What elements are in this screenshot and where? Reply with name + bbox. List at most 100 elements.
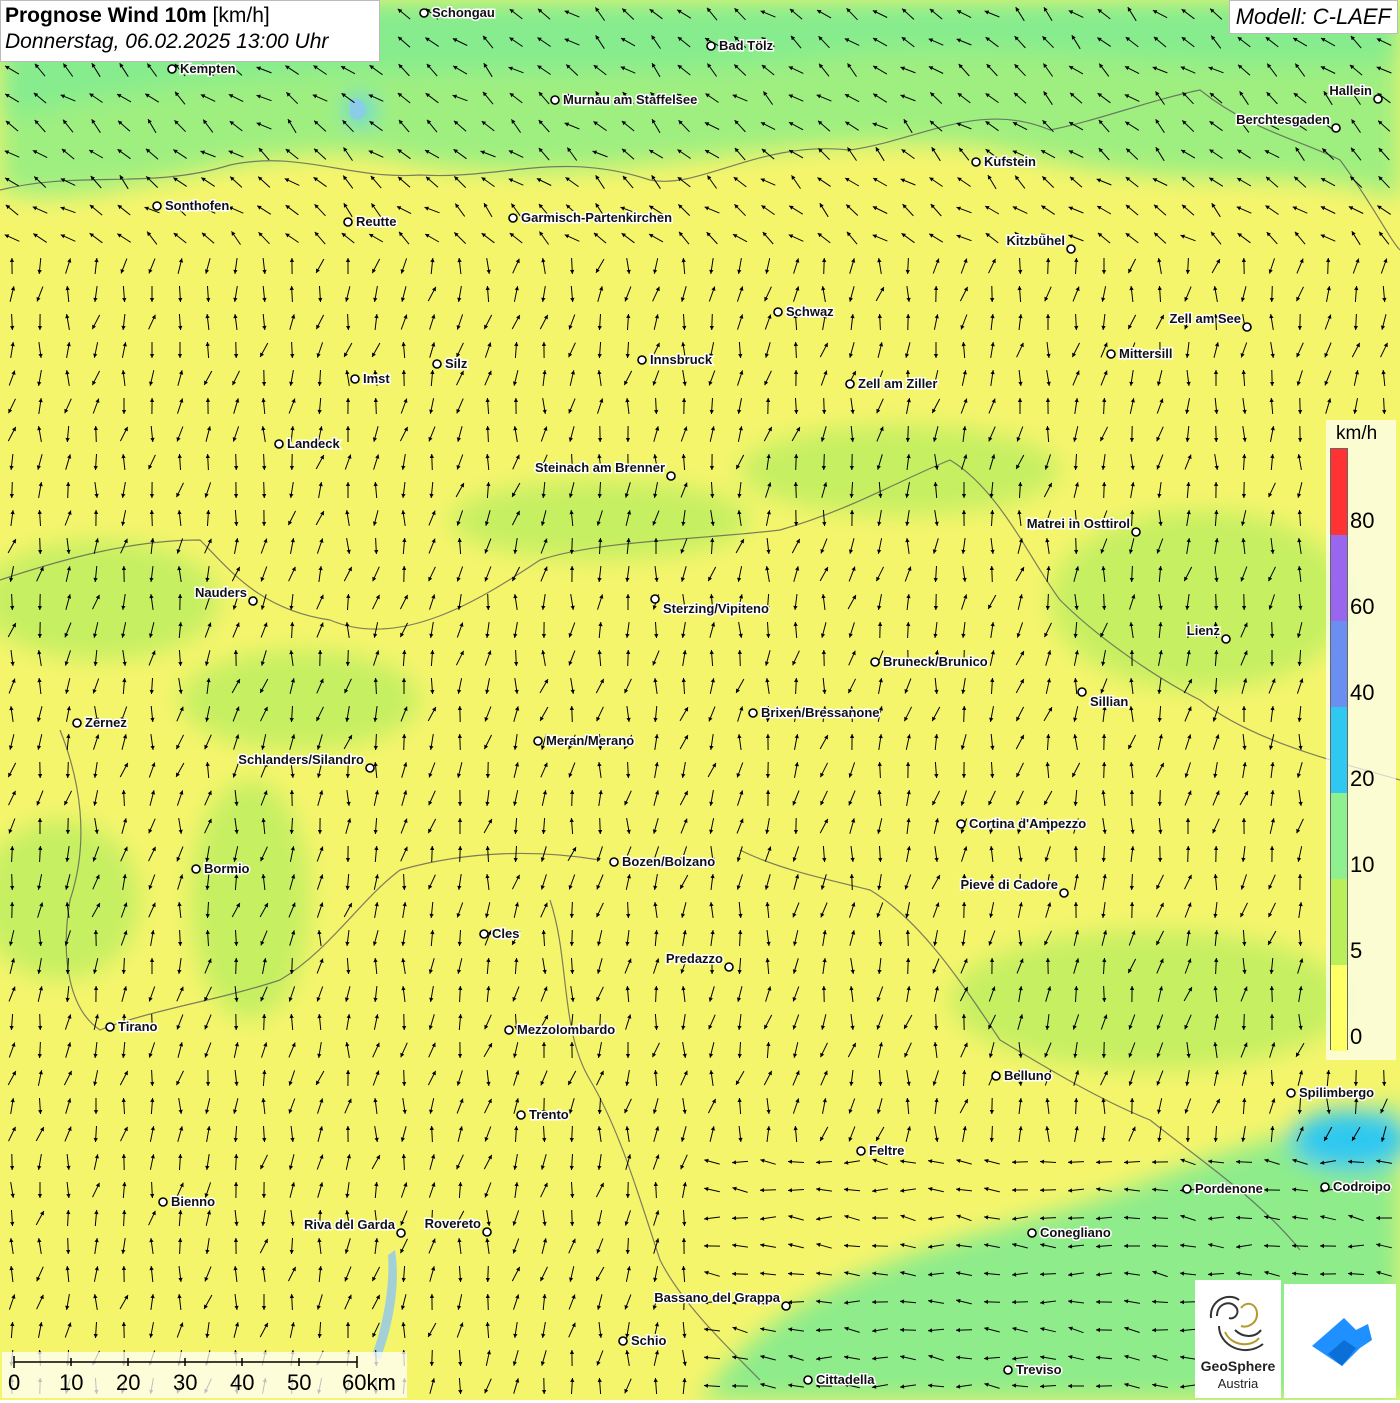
city-marker[interactable] — [1060, 889, 1068, 897]
city-marker[interactable] — [651, 595, 659, 603]
city-marker[interactable] — [957, 820, 965, 828]
city-marker[interactable] — [366, 764, 374, 772]
city-marker[interactable] — [725, 963, 733, 971]
city-marker[interactable] — [1243, 323, 1251, 331]
city-marker[interactable] — [483, 1228, 491, 1236]
city-marker[interactable] — [610, 858, 618, 866]
city-marker[interactable] — [159, 1198, 167, 1206]
title-unit: [km/h] — [213, 4, 270, 27]
city-marker[interactable] — [1107, 350, 1115, 358]
city-marker[interactable] — [667, 472, 675, 480]
color-legend: km/h 051020406080 — [1326, 420, 1396, 1060]
legend-segment — [1331, 707, 1347, 793]
city-marker[interactable] — [534, 737, 542, 745]
city-marker[interactable] — [551, 96, 559, 104]
app-logo-icon — [1284, 1284, 1396, 1398]
city-label: Cittadella — [816, 1372, 875, 1387]
legend-label: 10 — [1350, 852, 1374, 878]
city-marker[interactable] — [871, 658, 879, 666]
city-label: Schlanders/Silandro — [238, 752, 364, 767]
city-label: Hallein — [1329, 83, 1372, 98]
scale-label: 50 — [287, 1370, 311, 1396]
city-label: Matrei in Osttirol — [1027, 516, 1130, 531]
geosphere-swirl-icon — [1195, 1286, 1281, 1366]
city-marker[interactable] — [846, 380, 854, 388]
city-label: Mezzolombardo — [517, 1022, 615, 1037]
city-marker[interactable] — [1067, 245, 1075, 253]
city-marker[interactable] — [972, 158, 980, 166]
city-marker[interactable] — [106, 1023, 114, 1031]
city-marker[interactable] — [774, 308, 782, 316]
city-label: Feltre — [869, 1143, 904, 1158]
legend-segment — [1331, 793, 1347, 879]
city-marker[interactable] — [249, 597, 257, 605]
city-marker[interactable] — [1222, 635, 1230, 643]
city-label: Predazzo — [666, 951, 723, 966]
city-marker[interactable] — [782, 1302, 790, 1310]
city-marker[interactable] — [1374, 95, 1382, 103]
city-marker[interactable] — [509, 214, 517, 222]
legend-unit: km/h — [1336, 423, 1377, 445]
legend-label: 80 — [1350, 508, 1374, 534]
city-marker[interactable] — [1004, 1366, 1012, 1374]
city-label: Zernez — [85, 715, 127, 730]
city-marker[interactable] — [73, 719, 81, 727]
city-marker[interactable] — [1183, 1185, 1191, 1193]
map-title: Prognose Wind 10m [km/h] — [5, 4, 375, 28]
legend-segment — [1331, 879, 1347, 965]
city-label: Silz — [445, 356, 468, 371]
city-marker[interactable] — [351, 375, 359, 383]
city-marker[interactable] — [517, 1111, 525, 1119]
city-marker[interactable] — [857, 1147, 865, 1155]
city-marker[interactable] — [433, 360, 441, 368]
city-marker[interactable] — [480, 930, 488, 938]
city-marker[interactable] — [1321, 1183, 1329, 1191]
city-marker[interactable] — [1028, 1229, 1036, 1237]
legend-segment — [1331, 621, 1347, 707]
city-label: Sillian — [1090, 694, 1128, 709]
city-marker[interactable] — [1287, 1089, 1295, 1097]
city-label: Rovereto — [425, 1216, 481, 1231]
forecast-datetime: Donnerstag, 06.02.2025 13:00 Uhr — [5, 30, 375, 54]
city-label: Belluno — [1004, 1068, 1052, 1083]
city-marker[interactable] — [638, 356, 646, 364]
city-label: Cortina d'Ampezzo — [969, 816, 1086, 831]
city-label: Conegliano — [1040, 1225, 1111, 1240]
city-marker[interactable] — [275, 440, 283, 448]
city-label: Landeck — [287, 436, 341, 451]
city-marker[interactable] — [153, 202, 161, 210]
city-marker[interactable] — [749, 709, 757, 717]
model-label: Modell: C-LAEF — [1229, 0, 1398, 34]
city-marker[interactable] — [192, 865, 200, 873]
city-label: Imst — [363, 371, 390, 386]
city-label: Brixen/Bressanone — [761, 705, 880, 720]
legend-label: 40 — [1350, 680, 1374, 706]
legend-label: 60 — [1350, 594, 1374, 620]
city-label: Cles — [492, 926, 519, 941]
city-label: Lienz — [1187, 623, 1221, 638]
city-label: Innsbruck — [650, 352, 713, 367]
city-label: Berchtesgaden — [1236, 112, 1330, 127]
geosphere-logo[interactable]: GeoSphere Austria — [1195, 1280, 1281, 1398]
city-marker[interactable] — [505, 1026, 513, 1034]
city-marker[interactable] — [397, 1229, 405, 1237]
city-label: Reutte — [356, 214, 396, 229]
city-label: Bienno — [171, 1194, 215, 1209]
city-marker[interactable] — [420, 9, 428, 17]
city-marker[interactable] — [344, 218, 352, 226]
city-label: Tirano — [118, 1019, 158, 1034]
city-marker[interactable] — [992, 1072, 1000, 1080]
city-marker[interactable] — [1078, 688, 1086, 696]
city-label: Bormio — [204, 861, 250, 876]
city-label: Schio — [631, 1333, 666, 1348]
city-marker[interactable] — [1132, 528, 1140, 536]
city-label: Zell am See — [1169, 311, 1241, 326]
city-marker[interactable] — [619, 1337, 627, 1345]
city-marker[interactable] — [707, 42, 715, 50]
app-logo[interactable] — [1284, 1284, 1396, 1398]
city-marker[interactable] — [168, 65, 176, 73]
city-label: Steinach am Brenner — [535, 460, 665, 475]
city-marker[interactable] — [804, 1376, 812, 1384]
city-label: Mittersill — [1119, 346, 1172, 361]
city-marker[interactable] — [1332, 124, 1340, 132]
